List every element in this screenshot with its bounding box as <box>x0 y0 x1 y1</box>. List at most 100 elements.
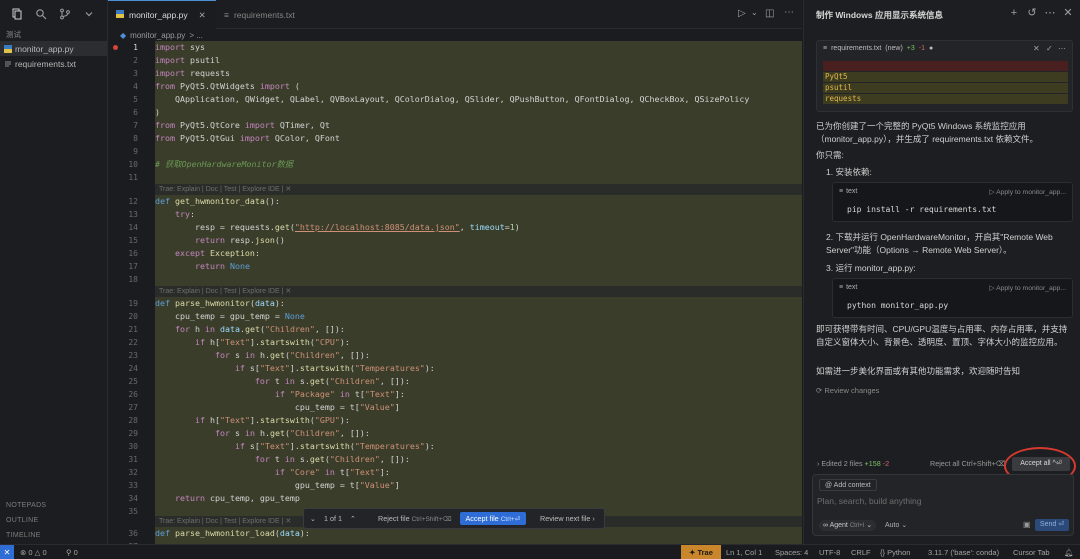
accept-file-button[interactable]: Accept file Ctrl+⏎ <box>459 512 527 525</box>
tab-label: requirements.txt <box>233 9 295 20</box>
search-icon[interactable] <box>34 7 48 21</box>
code-lens[interactable]: Trae: Explain | Doc | Test | Explore IDE… <box>155 286 802 297</box>
send-button[interactable]: Send ⏎ <box>1035 519 1069 531</box>
text-file-icon: ≡ <box>224 9 229 20</box>
cursor-tab[interactable]: Cursor Tab <box>1013 545 1050 559</box>
language-mode[interactable]: {} Python <box>880 545 910 559</box>
add-context-button[interactable]: @ Add context <box>819 479 877 491</box>
files-icon[interactable] <box>10 7 24 21</box>
close-icon[interactable]: ✕ <box>1033 44 1040 53</box>
errors-indicator[interactable]: ⊗ 0 △ 0 <box>20 545 47 559</box>
ports-indicator[interactable]: ⚲ 0 <box>66 545 78 559</box>
diff-removed-line <box>823 61 1068 71</box>
explorer-sidebar: 测试 monitor_app.py requirements.txt NOTEP… <box>0 0 108 544</box>
more-icon[interactable]: ⋯ <box>1058 44 1066 53</box>
chevron-down-icon[interactable] <box>82 7 96 21</box>
more-icon[interactable]: ⋯ <box>1044 7 1056 19</box>
file-review-bar: ⌄ 1 of 1 ⌃ Reject file Ctrl+Shift+⌫ Acce… <box>303 508 605 529</box>
errors-count: 0 <box>28 548 33 557</box>
source-control-icon[interactable] <box>58 7 72 21</box>
text-file-icon: ≡ <box>823 45 828 52</box>
indentation[interactable]: Spaces: 4 <box>775 545 808 559</box>
apply-label: Apply to monitor_app... <box>996 189 1066 196</box>
split-editor-icon[interactable]: ◫ <box>765 8 774 19</box>
python-file-icon: ◆ <box>120 30 127 40</box>
image-icon[interactable]: ▣ <box>1023 520 1031 529</box>
section-timeline[interactable]: TIMELINE <box>6 532 41 539</box>
line-ending[interactable]: CRLF <box>851 545 871 559</box>
encoding[interactable]: UTF-8 <box>819 545 840 559</box>
apply-button[interactable]: ▷ Apply to monitor_app... <box>989 188 1066 196</box>
edited-label: Edited 2 files <box>821 459 863 468</box>
close-icon[interactable]: ✕ <box>199 10 206 21</box>
section-notepads[interactable]: NOTEPADS <box>6 502 46 509</box>
response-intro: 已为你创建了一个完整的 PyQt5 Windows 系统监控应用（monitor… <box>816 121 1039 144</box>
code-editor[interactable]: 1 import sys 2 import psutil 3 import reque… <box>108 41 802 544</box>
review-next-file-button[interactable]: Review next file › <box>540 514 595 523</box>
chat-input[interactable]: Plan, search, build anything <box>817 496 1071 506</box>
code-lens[interactable]: Trae: Explain | Doc | Test | Explore IDE… <box>155 184 802 195</box>
python-file-icon <box>116 10 124 20</box>
diff-filename[interactable]: requirements.txt <box>831 45 881 52</box>
chevron-down-icon[interactable]: ⌄ <box>310 514 316 523</box>
response-closing: 如需进一步美化界面或有其他功能需求，欢迎随时告知 <box>816 366 1021 376</box>
trae-label: Trae <box>697 548 713 557</box>
breadcrumb-file[interactable]: monitor_app.py <box>130 31 185 40</box>
step-1: 1. 安装依赖: <box>826 167 872 177</box>
review-changes-label: Review changes <box>824 386 880 395</box>
reject-all-button[interactable]: Reject all Ctrl+Shift+⌫ <box>930 459 1009 468</box>
code-line: import sys <box>155 41 802 54</box>
run-icon[interactable]: ▷ <box>738 8 746 19</box>
section-outline[interactable]: OUTLINE <box>6 517 38 524</box>
ports-count: 0 <box>73 548 78 557</box>
history-icon[interactable]: ↺ <box>1026 7 1038 19</box>
breakpoint-dot[interactable] <box>113 45 118 50</box>
cursor-position[interactable]: Ln 1, Col 1 <box>726 545 762 559</box>
chevron-down-icon[interactable]: ⌄ <box>751 8 758 17</box>
edited-summary[interactable]: › Edited 2 files +158 -2 <box>817 459 889 468</box>
code-block-run: ≡ text ▷ Apply to monitor_app... python m… <box>832 278 1073 318</box>
code-block-text: pip install -r requirements.txt <box>847 205 997 214</box>
python-interpreter[interactable]: 3.11.7 ('base': conda) <box>928 545 999 559</box>
model-selector[interactable]: Auto ⌄ <box>885 520 907 531</box>
review-counter: 1 of 1 <box>324 514 343 523</box>
more-icon[interactable]: ⋯ <box>784 7 794 18</box>
reject-file-label: Reject file <box>378 514 410 523</box>
chevron-up-icon[interactable]: ⌃ <box>350 514 356 523</box>
close-icon[interactable]: ✕ <box>1062 7 1074 19</box>
warnings-count: 0 <box>42 548 47 557</box>
trae-badge[interactable]: ✦ Trae <box>681 545 721 559</box>
breadcrumb: ◆ monitor_app.py > ... <box>108 29 802 41</box>
review-next-label: Review next file <box>540 514 591 523</box>
mode-selector[interactable]: ∞ Agent Ctrl+I ⌄ <box>819 520 877 531</box>
diff-added-line: psutil <box>823 83 1068 93</box>
language-label: Python <box>887 548 911 557</box>
send-label: Send <box>1039 521 1057 528</box>
edited-removed: -2 <box>882 459 890 468</box>
bell-icon[interactable]: 🔔︎ <box>1064 545 1074 559</box>
file-item-requirements[interactable]: requirements.txt <box>0 56 107 71</box>
mode-label: Agent <box>829 522 848 529</box>
response-need: 你只需: <box>816 150 844 160</box>
file-item-monitor-app[interactable]: monitor_app.py <box>0 41 107 56</box>
plus-icon[interactable]: + <box>1008 7 1020 19</box>
check-icon[interactable]: ✓ <box>1046 44 1053 53</box>
tab-requirements[interactable]: ≡ requirements.txt <box>216 0 316 29</box>
folder-label[interactable]: 测试 <box>6 29 21 40</box>
activity-bar <box>0 0 108 28</box>
apply-button[interactable]: ▷ Apply to monitor_app... <box>989 284 1066 292</box>
file-name: requirements.txt <box>15 58 76 69</box>
accept-file-label: Accept file <box>465 514 499 523</box>
file-name: monitor_app.py <box>15 43 74 54</box>
tab-label: monitor_app.py <box>129 10 188 20</box>
tab-monitor-app[interactable]: monitor_app.py ✕ <box>108 0 216 29</box>
dot-icon: ● <box>929 45 934 52</box>
chat-title: 制作 Windows 应用显示系统信息 <box>816 10 943 20</box>
review-changes-link[interactable]: ⟳ Review changes <box>816 386 879 395</box>
editor-tab-bar: monitor_app.py ✕ ≡ requirements.txt ▷ ⌄ … <box>108 0 802 29</box>
remote-icon[interactable]: ✕ <box>0 545 14 559</box>
reject-file-button[interactable]: Reject file Ctrl+Shift+⌫ <box>378 514 451 523</box>
text-file-icon <box>4 60 12 68</box>
breadcrumb-rest[interactable]: > ... <box>189 31 203 40</box>
diff-added-line: requests <box>823 94 1068 104</box>
